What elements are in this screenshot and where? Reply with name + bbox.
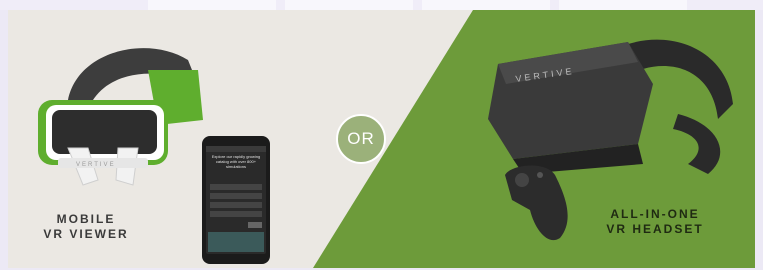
phone-screen-text: Explore our rapidly growing catalog with… [211, 154, 261, 169]
caption-line: VR HEADSET [606, 222, 704, 236]
top-strip-segment [422, 0, 550, 10]
or-badge: OR [336, 114, 386, 164]
or-label: OR [347, 129, 375, 148]
top-strip [0, 0, 763, 10]
comparison-banner: VERTIVE Explore our rapidly growing cata… [8, 10, 755, 268]
caption-line: ALL-IN-ONE [610, 207, 700, 221]
all-in-one-headset-caption: ALL-IN-ONE VR HEADSET [596, 207, 714, 237]
top-strip-segment [285, 0, 413, 10]
mobile-vr-viewer-caption: MOBILE VR VIEWER [30, 212, 142, 242]
controller-image [505, 165, 568, 241]
mobile-vr-viewer-image: VERTIVE [38, 48, 203, 186]
caption-line: VR VIEWER [43, 227, 129, 241]
caption-line: MOBILE [56, 212, 116, 226]
phone-image: Explore our rapidly growing catalog with… [202, 136, 270, 264]
top-strip-segment [559, 0, 687, 10]
top-strip-segment [148, 0, 276, 10]
viewer-brand-text: VERTIVE [76, 162, 116, 168]
